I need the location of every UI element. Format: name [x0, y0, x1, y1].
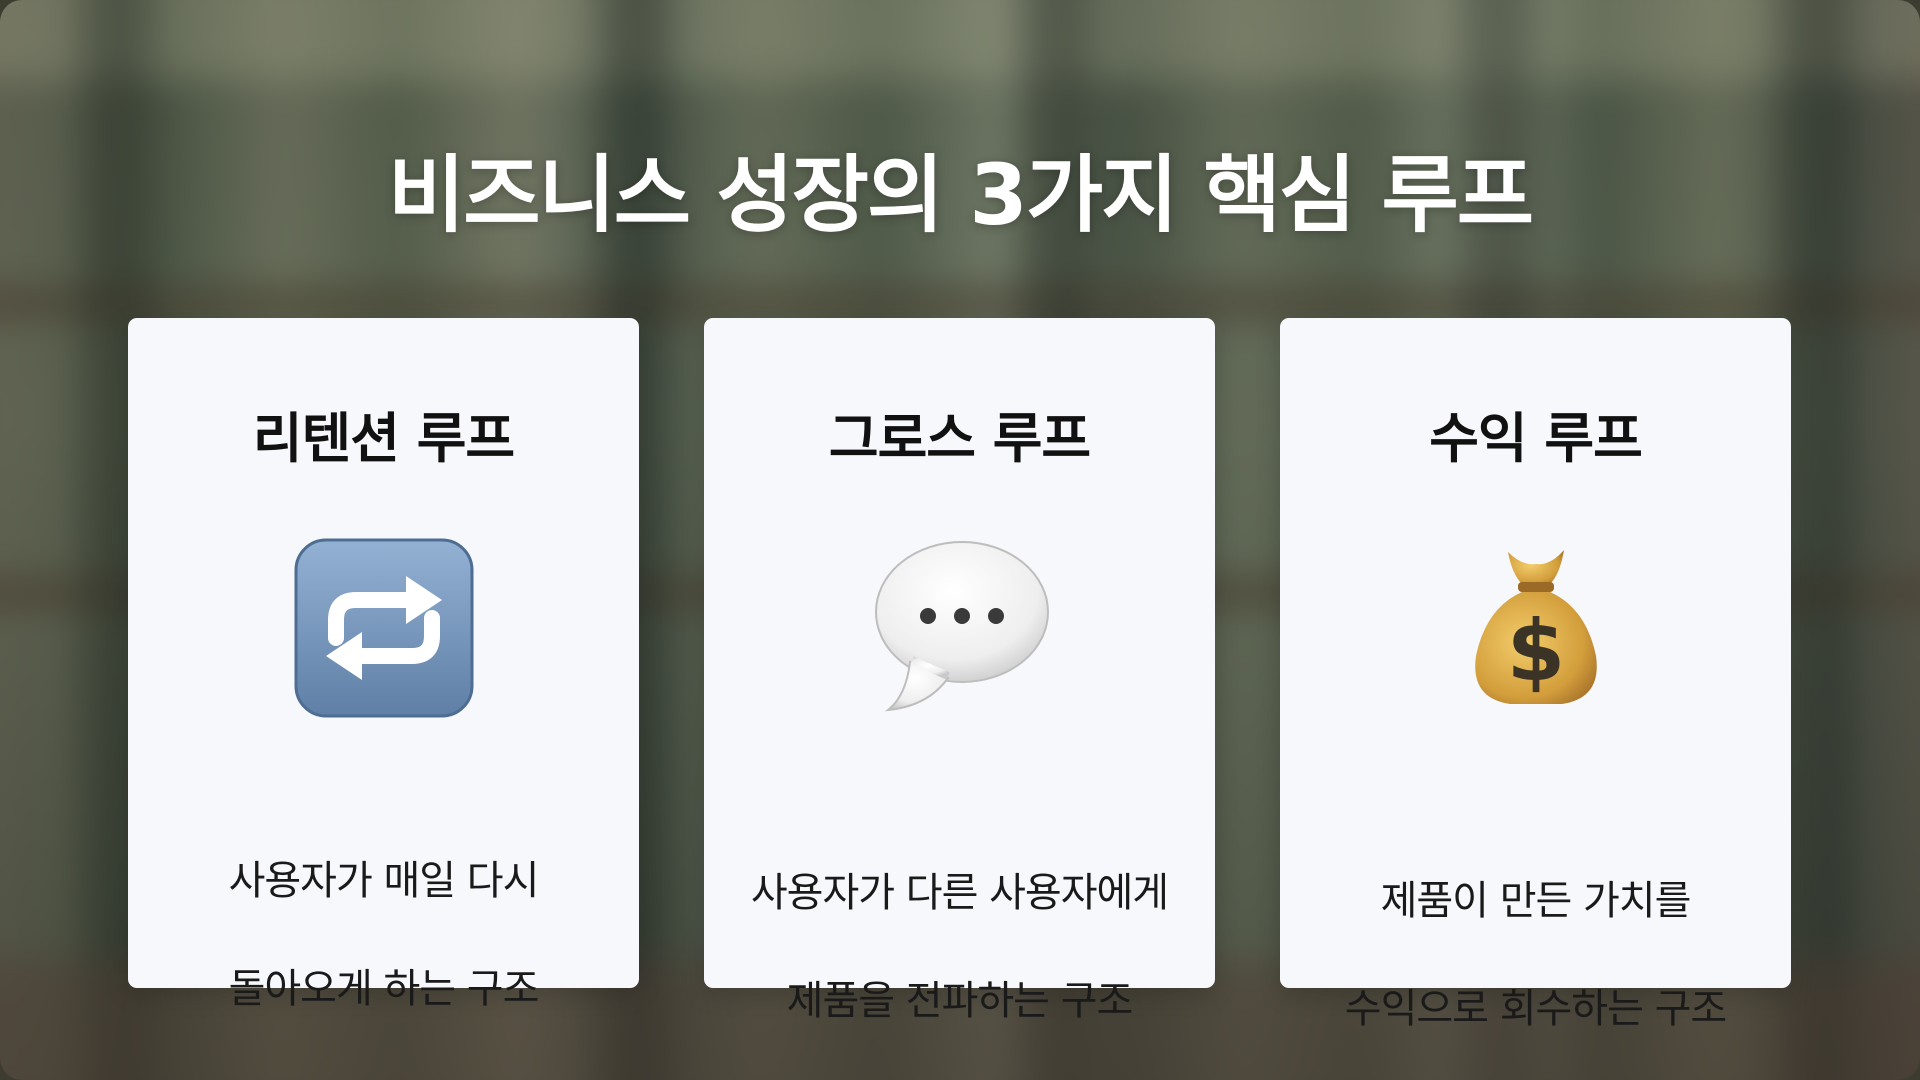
card-description: 사용자가 매일 다시 돌아오게 하는 구조	[148, 800, 619, 1070]
card-description-line: 수익으로 회수하는 구조	[1344, 986, 1727, 1032]
card-description-line: 사용자가 다른 사용자에게	[750, 870, 1169, 916]
svg-text:$: $	[1506, 602, 1564, 700]
slide: 비즈니스 성장의 3가지 핵심 루프 리텐션 루프 사용자가 매일 다시 돌아오…	[0, 0, 1920, 1080]
card-description-line: 사용자가 매일 다시	[228, 858, 540, 904]
card-description: 사용자가 다른 사용자에게 제품을 전파하는 구조	[724, 812, 1195, 1080]
speech-bubble-icon	[870, 538, 1050, 718]
card-title: 리텐션 루프	[252, 407, 515, 470]
card-title: 그로스 루프	[828, 407, 1091, 470]
card-description-line: 돌아오게 하는 구조	[228, 966, 540, 1012]
repeat-icon	[294, 538, 474, 718]
card-retention-loop: 리텐션 루프 사용자가 매일 다시 돌아오게 하는 구조	[128, 318, 639, 1012]
card-revenue-loop: 수익 루프 $ 제품이 만든 가치를 수익으로 회수하는 구조	[1280, 318, 1791, 1032]
card-description-line: 제품을 전파하는 구조	[786, 978, 1134, 1024]
money-bag-icon: $	[1446, 538, 1626, 718]
card-description: 제품이 만든 가치를 수익으로 회수하는 구조	[1300, 820, 1771, 1080]
card-growth-loop: 그로스 루프 사용자가 다른 사용자에게 제품을 전파하는 구조	[704, 318, 1215, 1024]
card-description-line: 제품이 만든 가치를	[1380, 878, 1692, 924]
card-title: 수익 루프	[1429, 407, 1643, 470]
page-title: 비즈니스 성장의 3가지 핵심 루프	[387, 146, 1534, 244]
